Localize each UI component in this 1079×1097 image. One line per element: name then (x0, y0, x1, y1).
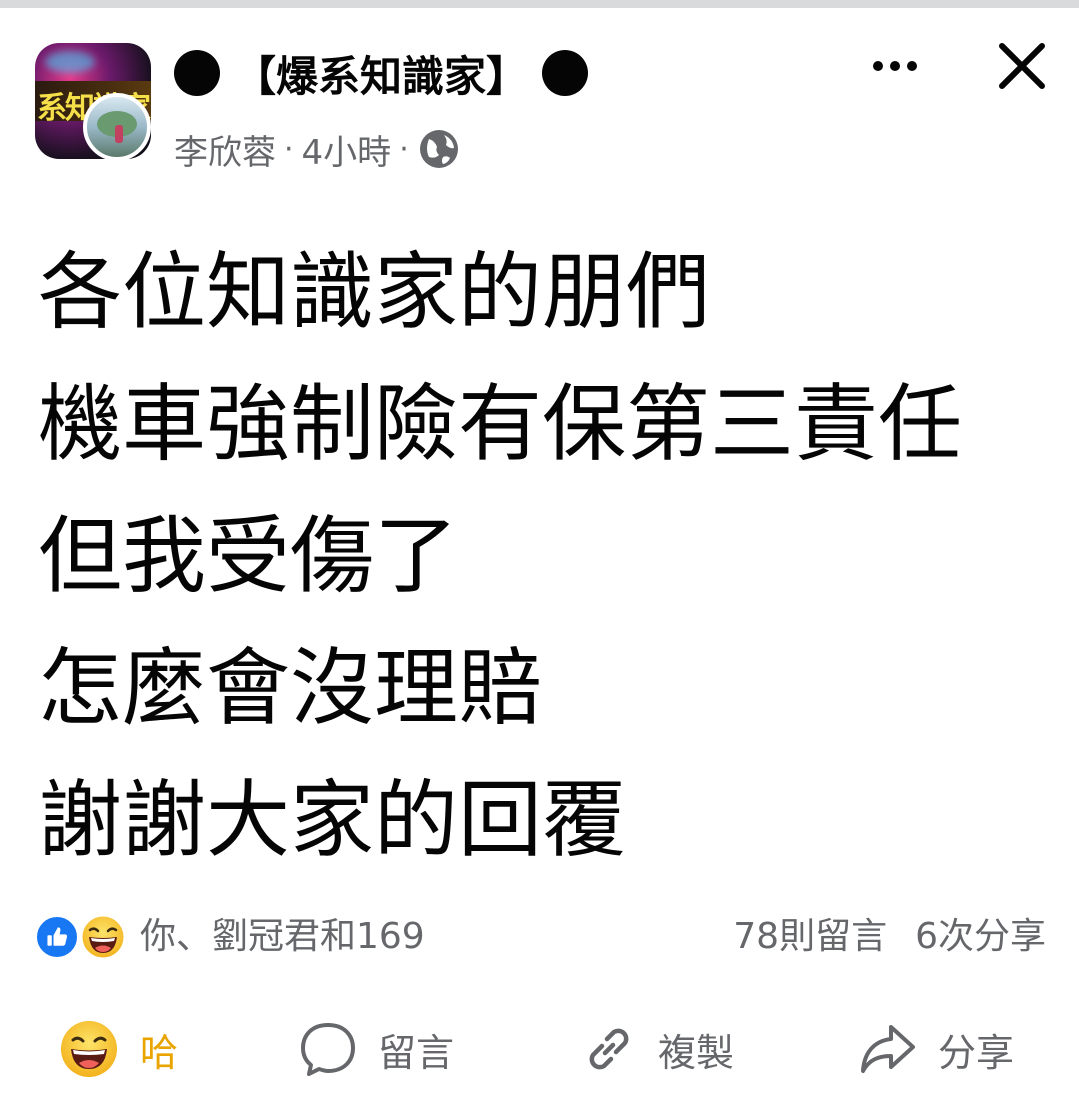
post-body: 各位知識家的朋們 機車強制險有保第三責任 但我受傷了 怎麼會沒理賠 謝謝大家的回… (38, 226, 1048, 886)
share-button[interactable]: 分享 (858, 1014, 1014, 1084)
share-label: 分享 (938, 1030, 1015, 1075)
haha-reaction-button[interactable]: 哈 (58, 1014, 178, 1084)
reaction-summary-text[interactable]: 你、劉冠君和169 (140, 912, 425, 962)
globe-icon (419, 130, 458, 168)
close-icon[interactable] (994, 38, 1050, 94)
group-name-label: 【爆系知識家】 (234, 51, 529, 101)
post-text-line: 怎麼會沒理賠 (38, 639, 543, 737)
link-icon (589, 1028, 629, 1070)
black-dot-icon (542, 50, 589, 96)
post-text-line: 但我受傷了 (38, 507, 459, 605)
share-count[interactable]: 6次分享 (915, 912, 1046, 962)
more-options-icon[interactable] (862, 44, 928, 88)
author-name[interactable]: 李欣蓉 (174, 125, 276, 174)
reactions-summary[interactable]: 你、劉冠君和169 78則留言 6次分享 (34, 908, 1046, 964)
post-text-line: 各位知識家的朋們 (38, 243, 711, 341)
like-icon (34, 914, 80, 960)
group-name[interactable]: 【爆系知識家】 (174, 40, 589, 106)
comment-icon (301, 1023, 355, 1076)
post-timestamp[interactable]: 4小時 (302, 125, 392, 174)
group-avatar[interactable]: 系知識家 (35, 43, 153, 161)
action-bar: 哈 留言 複製 分享 (0, 1004, 1079, 1094)
copy-label: 複製 (658, 1030, 735, 1075)
author-avatar[interactable] (83, 93, 151, 161)
comment-label: 留言 (378, 1030, 455, 1075)
haha-icon (61, 1021, 117, 1077)
engagement-counts: 78則留言 6次分享 (733, 912, 1046, 962)
top-divider (0, 0, 1079, 8)
post-text-line: 機車強制險有保第三責任 (38, 375, 963, 473)
share-icon (861, 1025, 915, 1073)
haha-icon (79, 913, 127, 961)
comment-button[interactable]: 留言 (298, 1014, 454, 1084)
meta-separator: · (399, 131, 409, 167)
post-text-line: 謝謝大家的回覆 (38, 771, 627, 869)
haha-label: 哈 (140, 1030, 179, 1075)
copy-link-button[interactable]: 複製 (580, 1014, 734, 1084)
comment-count[interactable]: 78則留言 (733, 912, 887, 962)
post-meta: 李欣蓉 · 4小時 · (174, 124, 461, 174)
black-dot-icon (174, 50, 220, 96)
meta-separator: · (284, 131, 294, 167)
